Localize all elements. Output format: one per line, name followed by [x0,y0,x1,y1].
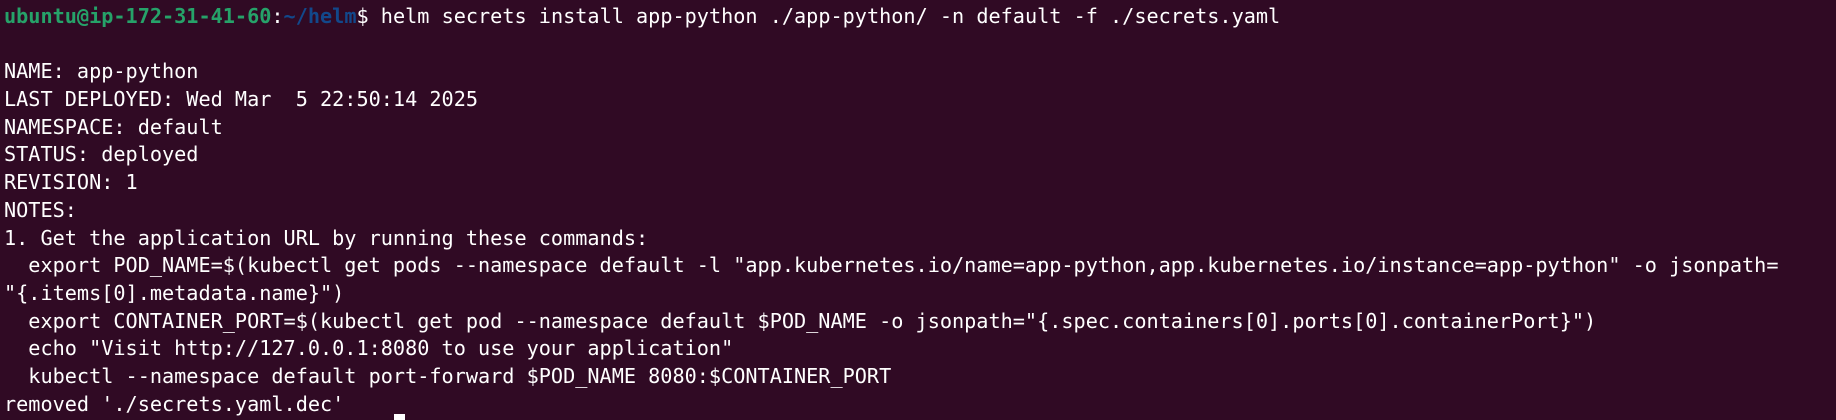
output-line-notes-step: 1. Get the application URL by running th… [4,225,649,250]
prompt-path: ~/helm [283,4,357,28]
output-line-export-container-port: export CONTAINER_PORT=$(kubectl get pod … [4,308,1597,333]
output-line-removed: removed './secrets.yaml.dec' [4,391,345,416]
output-line-export-pod-name-wrap: "{.items[0].metadata.name}") [4,280,345,305]
output-line-notes: NOTES: [4,197,77,222]
text-cursor [394,414,405,420]
terminal-window[interactable]: ubuntu@ip-172-31-41-60:~/helm$ helm secr… [0,0,1836,420]
output-line-name: NAME: app-python [4,59,199,84]
output-line-status: STATUS: deployed [4,142,199,167]
output-line-echo: echo "Visit http://127.0.0.1:8080 to use… [4,336,734,361]
output-line-last-deployed: LAST DEPLOYED: Wed Mar 5 22:50:14 2025 [4,87,479,112]
prompt-symbol: $ [356,4,369,28]
output-line-revision: REVISION: 1 [4,170,138,195]
output-line-namespace: NAMESPACE: default [4,114,223,139]
command-prompt-line: ubuntu@ip-172-31-41-60:~/helm$ helm secr… [4,3,1836,31]
prompt-separator: : [271,4,284,28]
command-text: helm secrets install app-python ./app-py… [368,4,1281,28]
prompt-user-host: ubuntu@ip-172-31-41-60 [4,4,272,28]
output-line-export-pod-name: export POD_NAME=$(kubectl get pods --nam… [4,253,1779,278]
output-line-blank [4,31,1836,59]
output-line-port-forward: kubectl --namespace default port-forward… [4,363,892,388]
